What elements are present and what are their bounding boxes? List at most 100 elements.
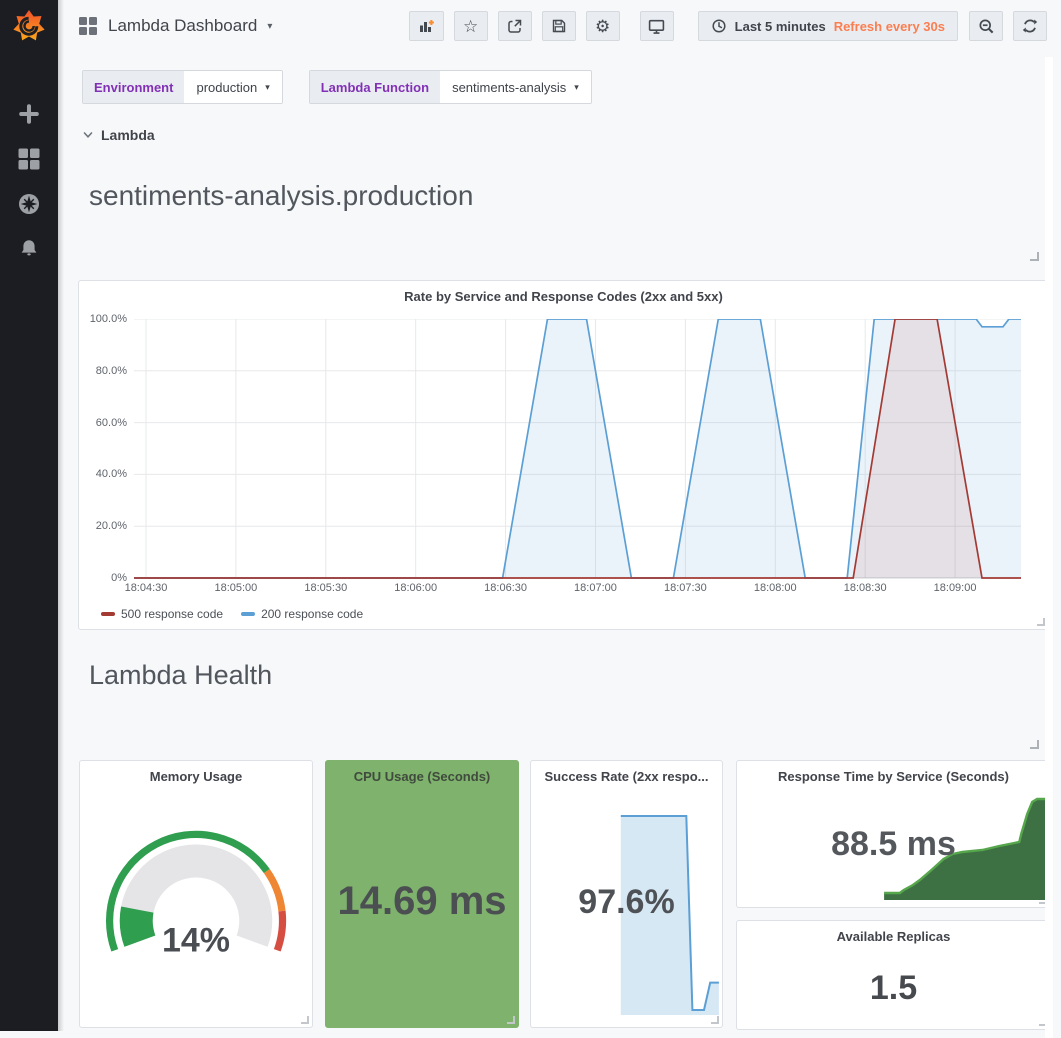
row-resize-handle[interactable] xyxy=(1030,252,1039,261)
share-button[interactable] xyxy=(498,11,532,41)
toolbar: ☆ ⚙ xyxy=(409,11,620,41)
panel-resize-handle[interactable] xyxy=(711,1016,719,1024)
legend-swatch xyxy=(241,612,255,616)
panel-cpu-usage: CPU Usage (Seconds) 14.69 ms xyxy=(325,760,519,1028)
x-tick-label: 18:06:30 xyxy=(484,582,527,594)
row-header-lambda[interactable]: Lambda xyxy=(82,127,155,143)
legend-label: 200 response code xyxy=(261,607,363,621)
panel-rate-by-service: Rate by Service and Response Codes (2xx … xyxy=(78,280,1049,630)
refresh-icon xyxy=(1022,18,1038,34)
chevron-down-icon: ▾ xyxy=(267,21,272,32)
time-range-label: Last 5 minutes xyxy=(735,20,826,33)
panel-response-time: Response Time by Service (Seconds) 88.5 … xyxy=(736,760,1051,908)
success-rate-value: 97.6% xyxy=(531,885,722,919)
submenu-variables: Environment production ▾ Lambda Function … xyxy=(82,70,592,104)
sidebar-nav xyxy=(0,102,58,261)
chevron-down-icon xyxy=(82,129,94,141)
memory-gauge: 14% xyxy=(93,826,299,962)
dashboard-title-dropdown[interactable]: Lambda Dashboard ▾ xyxy=(78,16,272,36)
legend-label: 500 response code xyxy=(121,607,223,621)
settings-button[interactable]: ⚙ xyxy=(586,11,620,41)
time-range-picker[interactable]: Last 5 minutes Refresh every 30s xyxy=(698,11,958,41)
scrollbar-track[interactable] xyxy=(1045,57,1053,1038)
dashboard-navbar: Lambda Dashboard ▾ ☆ xyxy=(58,0,1053,52)
row-title: Lambda xyxy=(101,127,155,143)
variable-environment-label: Environment xyxy=(83,71,184,103)
response-time-value: 88.5 ms xyxy=(737,827,1050,861)
star-button[interactable]: ☆ xyxy=(454,11,488,41)
x-tick-label: 18:07:00 xyxy=(574,582,617,594)
variable-environment-value[interactable]: production ▾ xyxy=(184,71,281,103)
settings-gear-icon: ⚙ xyxy=(595,18,610,35)
plus-icon xyxy=(18,103,40,125)
panel-success-rate: Success Rate (2xx respo... 97.6% xyxy=(530,760,723,1028)
sidebar-shadow xyxy=(58,0,64,1031)
sidebar-dashboards-button[interactable] xyxy=(16,147,42,171)
sidebar-alerting-button[interactable] xyxy=(16,237,42,261)
cycle-view-button[interactable] xyxy=(640,11,674,41)
dashboard-grid-icon xyxy=(78,16,98,36)
x-tick-label: 18:07:30 xyxy=(664,582,707,594)
sidebar-create-button[interactable] xyxy=(16,102,42,126)
grafana-logo[interactable] xyxy=(0,0,58,52)
row-resize-handle[interactable] xyxy=(1030,740,1039,749)
save-button[interactable] xyxy=(542,11,576,41)
panel-title[interactable]: Response Time by Service (Seconds) xyxy=(737,769,1050,784)
legend-item[interactable]: 200 response code xyxy=(241,607,363,621)
chevron-down-icon: ▾ xyxy=(574,82,579,93)
x-axis: 18:04:3018:05:0018:05:3018:06:0018:06:30… xyxy=(79,582,1048,596)
variable-lambda-function-label: Lambda Function xyxy=(310,71,440,103)
app-root: Lambda Dashboard ▾ ☆ xyxy=(0,0,1061,1038)
panel-title[interactable]: CPU Usage (Seconds) xyxy=(326,769,518,784)
rate-chart-plot[interactable] xyxy=(134,319,1021,580)
x-tick-label: 18:06:00 xyxy=(394,582,437,594)
section-title-lambda-health: Lambda Health xyxy=(89,660,272,691)
add-panel-icon xyxy=(417,18,436,34)
add-panel-button[interactable] xyxy=(409,11,444,41)
variable-lambda-function-value-text: sentiments-analysis xyxy=(452,80,566,95)
zoom-out-button[interactable] xyxy=(969,11,1003,41)
cpu-usage-value: 14.69 ms xyxy=(326,881,518,921)
share-icon xyxy=(507,18,523,34)
explore-compass-icon xyxy=(17,192,41,216)
panel-title[interactable]: Memory Usage xyxy=(80,769,312,784)
legend-item[interactable]: 500 response code xyxy=(101,607,223,621)
monitor-icon xyxy=(648,18,665,35)
x-tick-label: 18:05:00 xyxy=(214,582,257,594)
alerting-bell-icon xyxy=(17,237,41,261)
panel-available-replicas: Available Replicas 1.5 xyxy=(736,920,1051,1030)
variable-lambda-function-value[interactable]: sentiments-analysis ▾ xyxy=(440,71,591,103)
panel-resize-handle[interactable] xyxy=(507,1016,515,1024)
refresh-button[interactable] xyxy=(1013,11,1047,41)
panel-resize-handle[interactable] xyxy=(301,1016,309,1024)
sidebar xyxy=(0,0,58,1031)
save-icon xyxy=(551,18,567,34)
text-panel-title: sentiments-analysis.production xyxy=(89,180,473,212)
chart-legend: 500 response code 200 response code xyxy=(101,607,363,621)
variable-lambda-function: Lambda Function sentiments-analysis ▾ xyxy=(309,70,592,104)
panel-memory-usage: Memory Usage 14% xyxy=(79,760,313,1028)
panel-resize-handle[interactable] xyxy=(1037,618,1045,626)
variable-environment: Environment production ▾ xyxy=(82,70,283,104)
x-tick-label: 18:09:00 xyxy=(934,582,977,594)
zoom-out-icon xyxy=(978,18,995,35)
grafana-logo-icon xyxy=(12,9,46,43)
variable-environment-value-text: production xyxy=(196,80,257,95)
x-tick-label: 18:04:30 xyxy=(125,582,168,594)
x-tick-label: 18:08:30 xyxy=(844,582,887,594)
panel-title[interactable]: Available Replicas xyxy=(737,929,1050,944)
legend-swatch xyxy=(101,612,115,616)
main-content: Lambda Dashboard ▾ ☆ xyxy=(58,0,1053,1038)
available-replicas-value: 1.5 xyxy=(737,971,1050,1005)
panel-title[interactable]: Rate by Service and Response Codes (2xx … xyxy=(79,289,1048,304)
sidebar-explore-button[interactable] xyxy=(16,192,42,216)
star-icon: ☆ xyxy=(463,18,478,35)
y-tick-label: 40.0% xyxy=(81,468,127,480)
y-tick-label: 80.0% xyxy=(81,365,127,377)
clock-icon xyxy=(711,18,727,34)
chevron-down-icon: ▾ xyxy=(265,82,270,93)
x-tick-label: 18:08:00 xyxy=(754,582,797,594)
dashboards-grid-icon xyxy=(17,147,41,171)
y-tick-label: 60.0% xyxy=(81,417,127,429)
panel-title[interactable]: Success Rate (2xx respo... xyxy=(531,769,722,784)
